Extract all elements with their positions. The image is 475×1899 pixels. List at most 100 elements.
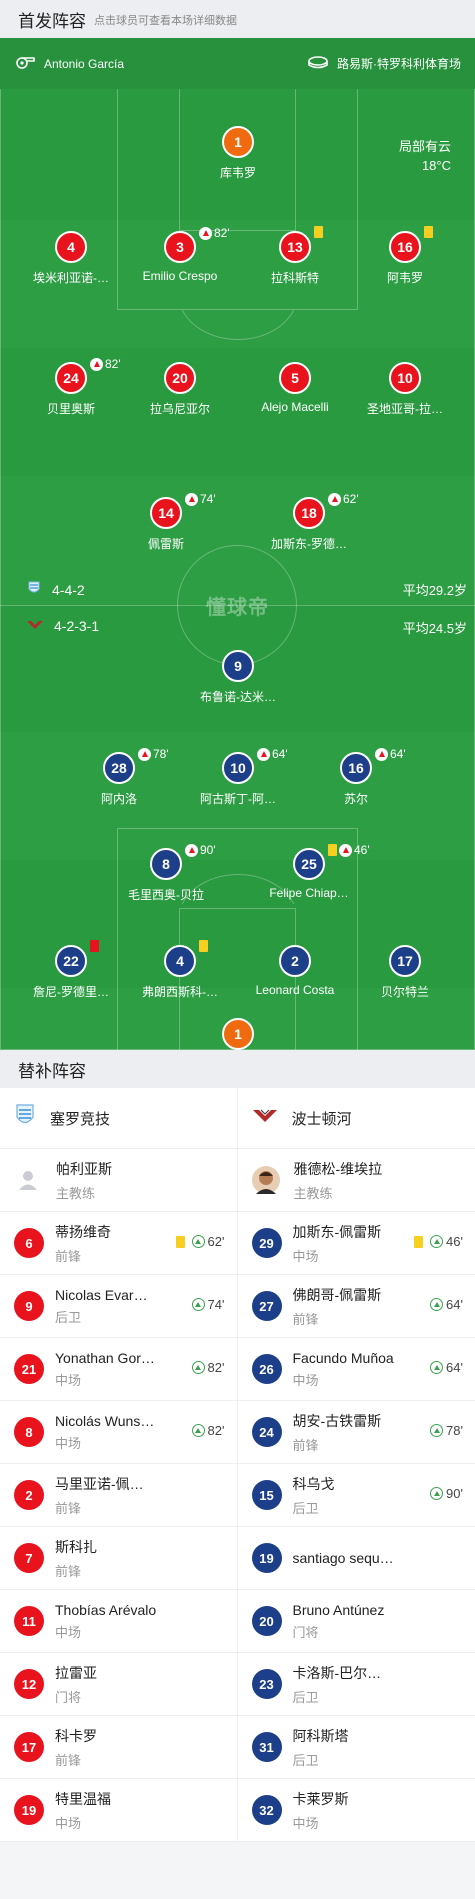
substitute-row[interactable]: 27 佛朗哥-佩雷斯 前锋 64' [237, 1275, 475, 1338]
substitution-icon [185, 492, 198, 506]
away-player[interactable]: 2 Leonard Costa [240, 945, 350, 997]
substitute-row[interactable]: 15 科乌戈 后卫 90' [237, 1464, 475, 1527]
substitute-row[interactable]: 19 特里温福 中场 [0, 1779, 237, 1842]
player-name: 佩雷斯 [147, 537, 184, 551]
substitute-row[interactable]: 8 Nicolás Wuns… 中场 82' [0, 1401, 237, 1464]
yellow-card-icon [175, 1235, 185, 1248]
substitute-row[interactable]: 19 santiago sequ… [237, 1527, 475, 1590]
substitute-event: 64' [430, 1297, 463, 1312]
sub-in-icon [191, 1235, 205, 1248]
substitute-info: Thobías Arévalo 中场 [55, 1602, 161, 1641]
away-player[interactable]: 8 90' 毛里西奥-贝拉 [111, 843, 221, 903]
substitute-number-badge: 17 [14, 1732, 44, 1762]
away-team-row[interactable]: 波士顿河 [237, 1088, 475, 1149]
player-number-badge: 17 [389, 945, 421, 977]
away-player[interactable]: 4 弗朗西斯科-… [125, 940, 235, 1000]
away-player[interactable]: 9 布鲁诺-达米… [183, 650, 293, 705]
sub-in-time: 78' [446, 1423, 463, 1438]
substitute-row[interactable]: 9 Nicolas Evar… 后卫 74' [0, 1275, 237, 1338]
player-name: 阿韦罗 [386, 271, 423, 285]
substitute-position: 前锋 [292, 1437, 319, 1453]
away-player[interactable]: 22 詹尼-罗德里… [16, 940, 126, 1000]
home-player[interactable]: 24 82' 贝里奥斯 [16, 357, 126, 417]
substitute-info: 佛朗哥-佩雷斯 前锋 [293, 1285, 399, 1328]
substitute-row[interactable]: 24 胡安-古铁雷斯 前锋 78' [237, 1401, 475, 1464]
away-player[interactable]: 17 贝尔特兰 [350, 945, 460, 1000]
substitute-row[interactable]: 31 阿科斯塔 后卫 [237, 1716, 475, 1779]
coach-avatar [251, 1166, 280, 1194]
substitute-row[interactable]: 26 Facundo Muñoa 中场 64' [237, 1338, 475, 1401]
substitute-event: 74' [191, 1297, 225, 1312]
player-number-badge: 2 [279, 945, 311, 977]
player-name: 弗朗西斯科-… [142, 985, 218, 999]
player-event-tags: 90' [185, 843, 216, 857]
substitute-row[interactable]: 21 Yonathan Gor… 中场 82' [0, 1338, 237, 1401]
away-formation: 4-2-3-1 [26, 618, 99, 634]
substitute-row[interactable]: 23 卡洛斯-巴尔… 后卫 [237, 1653, 475, 1716]
sub-in-time: 62' [207, 1234, 225, 1249]
substitute-number-badge: 32 [251, 1795, 282, 1825]
sub-in-icon [430, 1487, 444, 1500]
home-player[interactable]: 1 库韦罗 [183, 126, 293, 181]
home-player[interactable]: 16 阿韦罗 [350, 226, 460, 286]
home-player[interactable]: 14 74' 佩雷斯 [111, 492, 221, 552]
player-event-tags [314, 226, 323, 238]
substitute-row[interactable]: 7 斯科扎 前锋 [0, 1527, 237, 1590]
home-player[interactable]: 3 82' Emilio Crespo [125, 226, 235, 283]
substitution-icon [257, 747, 270, 761]
home-team-row[interactable]: 塞罗竞技 [0, 1088, 237, 1149]
substitute-info: Facundo Muñoa 中场 [293, 1350, 399, 1389]
player-name: 毛里西奥-贝拉 [128, 888, 204, 902]
player-name: 埃米利亚诺-… [33, 271, 109, 285]
substitute-number-badge: 21 [14, 1354, 44, 1384]
substitute-info: 加斯东-佩雷斯 中场 [293, 1222, 399, 1265]
substitute-event: 78' [430, 1423, 463, 1438]
substitution-icon [138, 747, 151, 761]
away-player[interactable]: 1圣地亚哥-席… [183, 1018, 293, 1050]
home-player[interactable]: 10 圣地亚哥-拉… [350, 362, 460, 417]
home-team-name: 塞罗竞技 [50, 1110, 111, 1128]
substitute-name: 马里亚诺-佩… [55, 1475, 144, 1492]
substitute-position: 前锋 [55, 1563, 82, 1579]
home-player[interactable]: 18 62' 加斯东-罗德… [254, 492, 364, 552]
substitute-info: Bruno Antúnez 门将 [293, 1602, 399, 1641]
sub-in-time: 90' [446, 1486, 463, 1501]
away-coach-row[interactable]: 雅德松-维埃拉 主教练 [237, 1149, 475, 1212]
substitute-position: 后卫 [55, 1309, 82, 1325]
home-player[interactable]: 4 埃米利亚诺-… [16, 231, 126, 286]
substitute-info: 阿科斯塔 后卫 [293, 1726, 399, 1769]
substitute-number-badge: 15 [251, 1480, 282, 1510]
home-player[interactable]: 20 拉乌尼亚尔 [125, 362, 235, 417]
away-player[interactable]: 16 64' 苏尔 [301, 747, 411, 807]
substitute-position: 门将 [292, 1624, 319, 1640]
sub-in-time: 74' [207, 1297, 225, 1312]
home-player[interactable]: 13 拉科斯特 [240, 226, 350, 286]
player-number-badge: 8 [150, 848, 182, 880]
substitute-row[interactable]: 20 Bruno Antúnez 门将 [237, 1590, 475, 1653]
lineup-subtitle: 点击球员可查看本场详细数据 [94, 15, 237, 27]
substitute-row[interactable]: 11 Thobías Arévalo 中场 [0, 1590, 237, 1653]
player-event-tags: 78' [138, 747, 169, 761]
substitute-event: 82' [191, 1360, 225, 1375]
substitute-number-badge: 23 [251, 1669, 282, 1699]
substitution-time: 64' [272, 747, 288, 761]
away-player[interactable]: 28 78' 阿内洛 [64, 747, 174, 807]
player-name: 阿古斯丁-阿… [200, 792, 276, 806]
substitute-number-badge: 2 [14, 1480, 44, 1510]
substitute-row[interactable]: 29 加斯东-佩雷斯 中场 46' [237, 1212, 475, 1275]
player-event-tags: 82' [199, 226, 230, 240]
substitute-row[interactable]: 32 卡莱罗斯 中场 [237, 1779, 475, 1842]
substitute-row[interactable]: 17 科卡罗 前锋 [0, 1716, 237, 1779]
substitute-row[interactable]: 6 蒂扬维奇 前锋 62' [0, 1212, 237, 1275]
substitute-row[interactable]: 12 拉雷亚 门将 [0, 1653, 237, 1716]
away-player[interactable]: 25 46' Felipe Chiap… [254, 843, 369, 900]
whistle-icon [14, 55, 36, 72]
player-name: 库韦罗 [219, 166, 256, 180]
away-player[interactable]: 10 64' 阿古斯丁-阿… [183, 747, 293, 807]
home-coach-row[interactable]: 帕利亚斯 主教练 [0, 1149, 237, 1212]
bottom-spacer [0, 1842, 475, 1881]
substitute-row[interactable]: 2 马里亚诺-佩… 前锋 [0, 1464, 237, 1527]
home-player[interactable]: 5 Alejo Macelli [240, 362, 350, 414]
player-number-badge: 10 [389, 362, 421, 394]
home-avg-age: 平均29.2岁 [402, 583, 467, 598]
